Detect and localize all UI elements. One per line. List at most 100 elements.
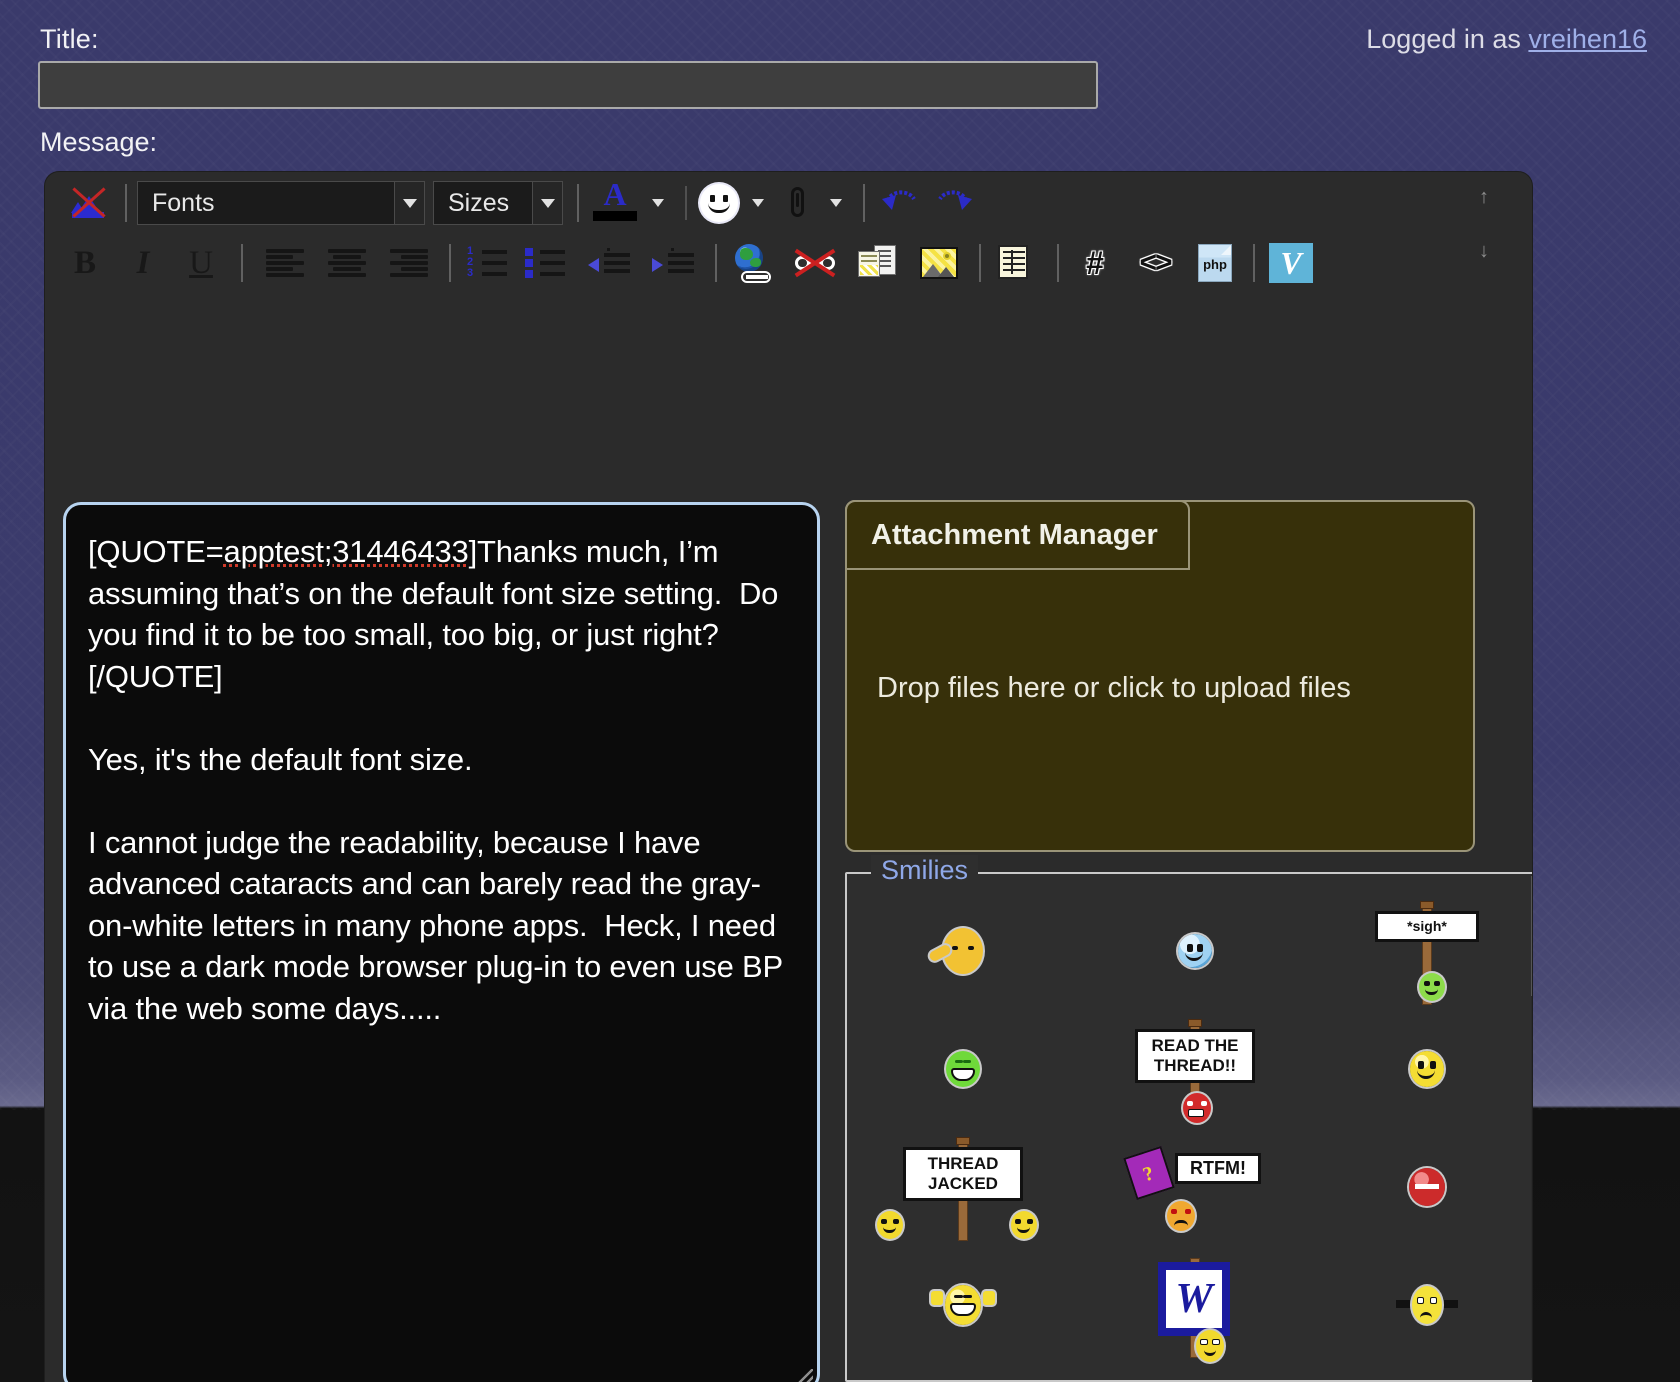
smilies-dropdown-arrow[interactable] <box>741 181 775 225</box>
attachment-manager-title: Attachment Manager <box>845 500 1190 570</box>
insert-email-button[interactable] <box>851 241 903 285</box>
unordered-list-icon <box>525 248 565 278</box>
chevron-down-icon <box>752 199 764 207</box>
toolbar-separator <box>1057 244 1059 282</box>
smiley-shocked[interactable] <box>1311 1246 1532 1364</box>
yellow-small-face-icon <box>877 1211 903 1239</box>
chevron-down-icon <box>540 198 555 208</box>
remove-link-button[interactable] <box>787 241 843 285</box>
smiley-cool-blue[interactable] <box>1079 892 1311 1010</box>
smilies-scrollbar-thumb[interactable] <box>1531 876 1532 996</box>
quote-open-tag: [QUOTE= <box>88 534 224 569</box>
rtfm-sign-icon: ? RTFM! <box>1123 1133 1265 1241</box>
title-input[interactable] <box>38 61 1098 109</box>
attachment-clip-icon[interactable] <box>775 181 819 225</box>
smilies-scrollbar[interactable] <box>1531 876 1532 1378</box>
align-center-button[interactable] <box>321 241 373 285</box>
insert-quote-button[interactable] <box>991 241 1043 285</box>
code-button[interactable]: <> <box>1127 241 1183 285</box>
smiley-rtfm-sign[interactable]: ? RTFM! <box>1079 1128 1311 1246</box>
unordered-list-button[interactable] <box>519 241 571 285</box>
smiley-blue-neutral[interactable] <box>1079 1364 1311 1382</box>
username-link[interactable]: vreihen16 <box>1528 24 1647 54</box>
shocked-face-icon <box>1396 1286 1458 1324</box>
font-color-letter: A <box>603 176 627 212</box>
orange-devil-face-icon <box>1167 1201 1195 1231</box>
yellow-small-face-icon-2 <box>1011 1211 1037 1239</box>
smiley-w-sign[interactable]: W <box>1079 1246 1311 1364</box>
insert-link-button[interactable] <box>727 241 779 285</box>
bold-label: B <box>73 244 96 281</box>
toolbar-separator <box>715 244 717 282</box>
smiley-purple-sad[interactable] <box>1311 1364 1532 1382</box>
email-document-icon <box>858 244 896 282</box>
vimeo-button[interactable]: V <box>1265 241 1317 285</box>
thread-jacked-sign-text: THREAD JACKED <box>903 1147 1023 1201</box>
rtfm-sign-text: RTFM! <box>1175 1153 1261 1184</box>
code-icon: <> <box>1139 246 1172 279</box>
font-color-dropdown-arrow[interactable] <box>641 181 675 225</box>
align-left-button[interactable] <box>259 241 311 285</box>
outdent-button[interactable] <box>581 241 637 285</box>
smiley-facepalm[interactable] <box>847 892 1079 1010</box>
toolbar-scroll-up-icon[interactable]: ↑ <box>1479 187 1489 207</box>
logged-in-status: Logged in as vreihen16 <box>1366 24 1647 55</box>
align-right-button[interactable] <box>383 241 435 285</box>
quote-author-id: apptest;31446433 <box>223 534 469 569</box>
attachment-drop-zone-text[interactable]: Drop files here or click to upload files <box>847 672 1473 705</box>
font-family-value: Fonts <box>152 188 215 217</box>
unlink-icon <box>793 245 837 281</box>
font-size-select[interactable]: Sizes <box>433 181 533 225</box>
align-right-icon <box>390 249 428 277</box>
smiley-sigh-sign[interactable]: *sigh* <box>1311 892 1532 1010</box>
php-file-label: php <box>1203 257 1227 272</box>
paperclip-glyph <box>782 184 812 222</box>
font-family-dropdown-arrow[interactable] <box>395 181 425 225</box>
font-size-dropdown-arrow[interactable] <box>533 181 563 225</box>
smiley-angry-hair[interactable] <box>847 1364 1079 1382</box>
message-textarea[interactable]: [QUOTE=apptest;31446433]Thanks much, I’m… <box>63 502 820 1382</box>
purple-book-icon: ? <box>1123 1145 1175 1201</box>
undo-arrow-glyph <box>882 190 916 210</box>
smiley-thread-jacked-sign[interactable]: THREAD JACKED <box>847 1128 1079 1246</box>
smiley-read-the-thread-sign[interactable]: READ THE THREAD!! <box>1079 1010 1311 1128</box>
smiley-yellow-smile[interactable] <box>1311 1010 1532 1128</box>
font-family-select[interactable]: Fonts <box>137 181 395 225</box>
attachment-dropdown-arrow[interactable] <box>819 181 853 225</box>
smilies-icon[interactable] <box>697 181 741 225</box>
smiley-red-stop[interactable] <box>1311 1128 1532 1246</box>
smiley-green-grin[interactable] <box>847 1010 1079 1128</box>
toolbar-row-1: Fonts Sizes A ↑ ↓ <box>45 172 1532 261</box>
quote-table-icon <box>998 245 1036 281</box>
bold-button[interactable]: B <box>63 241 107 285</box>
undo-icon[interactable] <box>875 181 927 225</box>
image-icon <box>920 247 958 279</box>
logged-in-prefix: Logged in as <box>1366 24 1529 54</box>
yellow-smile-face-icon <box>1410 1051 1444 1087</box>
php-button[interactable]: php <box>1189 241 1241 285</box>
smiley-applause[interactable] <box>847 1246 1079 1364</box>
indent-button[interactable] <box>645 241 701 285</box>
message-content: [QUOTE=apptest;31446433]Thanks much, I’m… <box>88 531 795 1029</box>
ordered-list-button[interactable]: 1 2 3 <box>461 241 513 285</box>
read-the-thread-sign-icon: READ THE THREAD!! <box>1135 1015 1255 1123</box>
align-center-icon <box>328 249 366 277</box>
read-the-thread-sign-text: READ THE THREAD!! <box>1135 1029 1255 1083</box>
indent-icon <box>652 248 694 278</box>
redo-icon[interactable] <box>927 181 979 225</box>
attachment-manager-panel[interactable]: Attachment Manager Drop files here or cl… <box>845 500 1475 852</box>
textarea-resize-handle[interactable] <box>797 1369 813 1382</box>
insert-image-button[interactable] <box>913 241 965 285</box>
toolbar-separator <box>241 244 243 282</box>
font-color-icon[interactable]: A <box>589 176 641 227</box>
green-face-icon <box>1419 973 1445 1001</box>
w-sign-face-icon <box>1196 1330 1224 1362</box>
chevron-down-icon <box>830 199 842 207</box>
w-sign-text: W <box>1166 1270 1222 1328</box>
broken-image-icon[interactable] <box>63 178 115 228</box>
toolbar-separator <box>125 184 127 222</box>
hash-button[interactable]: # <box>1069 241 1121 285</box>
underline-button[interactable]: U <box>179 241 223 285</box>
italic-button[interactable]: I <box>121 241 165 285</box>
smilies-panel: Smilies *sigh* READ THE THREAD!! THREAD … <box>845 855 1532 1382</box>
